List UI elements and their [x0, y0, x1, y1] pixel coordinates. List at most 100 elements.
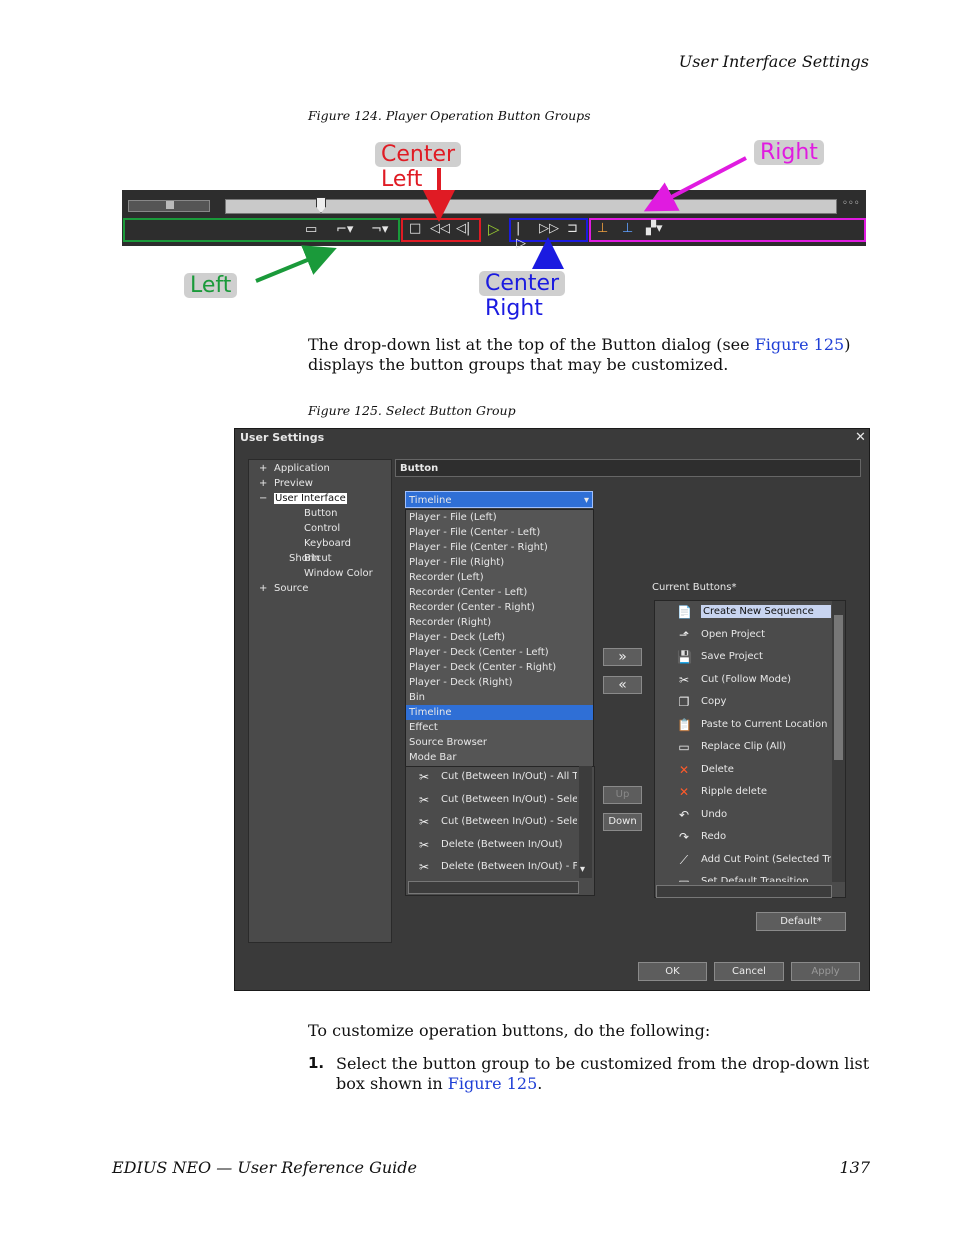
dropdown-option[interactable]: Bin	[406, 690, 593, 705]
current-button-label: Ripple delete	[701, 786, 768, 797]
figure-125-link[interactable]: Figure 125	[755, 335, 845, 354]
available-button-item[interactable]: ✂ Cut (Between In/Out) - Select	[405, 811, 577, 834]
current-button-label: Paste to Current Location	[701, 718, 828, 730]
dropdown-option[interactable]: Player - Deck (Center - Left)	[406, 645, 593, 660]
down-button[interactable]: Down	[603, 813, 642, 831]
available-button-item[interactable]: ✂ Delete (Between In/Out)	[405, 834, 577, 857]
dropdown-option[interactable]: Player - File (Center - Right)	[406, 540, 593, 555]
tree-expand-icon[interactable]: +	[259, 476, 274, 491]
tree-item-label: Application	[274, 463, 330, 474]
current-button-item[interactable]: ▭ Set Default Transition	[655, 871, 831, 882]
current-button-item[interactable]: ✂ Cut (Follow Mode)	[655, 669, 831, 692]
current-button-icon: ⟋	[679, 852, 689, 867]
cancel-button[interactable]: Cancel	[714, 962, 784, 981]
tree-expand-icon[interactable]: +	[259, 581, 274, 596]
tree-item[interactable]: + Preview	[256, 476, 386, 491]
current-h-scrollbar[interactable]	[656, 885, 832, 898]
current-button-icon: ↶	[678, 807, 690, 822]
current-button-item[interactable]: ▭ Replace Clip (All)	[655, 736, 831, 759]
current-button-label: Delete	[701, 763, 734, 775]
tree-item-label: Window Color	[304, 568, 373, 579]
figure-125-caption: Figure 125. Select Button Group	[308, 403, 516, 418]
current-scrollbar-thumb[interactable]	[834, 615, 843, 760]
current-button-label: Create New Sequence	[701, 605, 831, 618]
current-button-item[interactable]: 📋 Paste to Current Location	[655, 714, 831, 737]
current-button-item[interactable]: 💾 Save Project	[655, 646, 831, 669]
dropdown-option[interactable]: Player - Deck (Left)	[406, 630, 593, 645]
available-h-scrollbar[interactable]	[408, 881, 579, 894]
tree-expand-icon[interactable]: +	[259, 461, 274, 476]
current-button-item[interactable]: 📄 Create New Sequence	[655, 601, 831, 624]
close-icon[interactable]: ✕	[855, 430, 866, 445]
current-button-icon: ✕	[678, 762, 690, 777]
right-arrow	[643, 156, 747, 212]
tree-item[interactable]: + Source	[256, 581, 386, 596]
tree-item-label: User Interface	[274, 493, 347, 504]
available-button-item[interactable]: ✂ Delete (Between In/Out) - Fol	[405, 856, 577, 879]
dropdown-option[interactable]: Player - Deck (Center - Right)	[406, 660, 593, 675]
current-button-label: Replace Clip (All)	[701, 741, 786, 752]
left-arrow	[255, 245, 337, 283]
available-scrollbar[interactable]	[579, 766, 592, 878]
current-button-icon: ✕	[678, 785, 690, 799]
current-button-item[interactable]: ↶ Undo	[655, 804, 831, 827]
dropdown-option[interactable]: Player - File (Center - Left)	[406, 525, 593, 540]
dropdown-option[interactable]: Mode Bar	[406, 750, 593, 765]
current-button-item[interactable]: ↷ Redo	[655, 826, 831, 849]
add-button[interactable]: »	[603, 648, 642, 666]
available-button-item[interactable]: ✂ Cut (Between In/Out) - Select	[405, 789, 577, 812]
dialog-title: User Settings	[240, 431, 325, 444]
current-button-label: Save Project	[701, 651, 763, 662]
current-button-icon: ↷	[678, 830, 690, 844]
dropdown-option[interactable]: Recorder (Right)	[406, 615, 593, 630]
tree-expand-icon[interactable]: −	[259, 491, 274, 506]
current-button-item[interactable]: ⬏ Open Project	[655, 624, 831, 647]
current-buttons-label: Current Buttons*	[652, 582, 737, 593]
cut-icon: ✂	[418, 837, 430, 852]
dropdown-option[interactable]: Recorder (Center - Right)	[406, 600, 593, 615]
dropdown-option[interactable]: Source Browser	[406, 735, 593, 750]
current-button-label: Redo	[701, 831, 727, 842]
dropdown-option[interactable]: Recorder (Left)	[406, 570, 593, 585]
tree-item[interactable]: Window Color	[256, 566, 386, 581]
ok-button[interactable]: OK	[638, 962, 707, 981]
dropdown-option[interactable]: Player - File (Left)	[406, 510, 593, 525]
current-button-item[interactable]: ✕ Delete	[655, 759, 831, 782]
default-button[interactable]: Default*	[756, 912, 846, 931]
section-header-button: Button	[395, 459, 861, 477]
tree-item-label: Source	[274, 583, 309, 594]
tree-item[interactable]: − User Interface	[256, 491, 386, 506]
page-number: 137	[839, 1158, 870, 1177]
figure-125-link-step[interactable]: Figure 125	[448, 1074, 538, 1093]
dropdown-option[interactable]: Player - File (Right)	[406, 555, 593, 570]
current-button-item[interactable]: ⟋ Add Cut Point (Selected Trac	[655, 849, 831, 872]
current-button-icon: 📋	[677, 717, 692, 732]
dropdown-option[interactable]: Recorder (Center - Left)	[406, 585, 593, 600]
tree-item-label: Bin	[304, 553, 320, 564]
dropdown-option[interactable]: Effect	[406, 720, 593, 735]
cut-icon: ✂	[418, 815, 430, 829]
tree-item[interactable]: Control	[256, 521, 386, 536]
dropdown-option[interactable]: Timeline	[406, 705, 593, 720]
current-button-item[interactable]: ❐ Copy	[655, 691, 831, 714]
apply-button[interactable]: Apply	[791, 962, 860, 981]
current-button-label: Undo	[701, 808, 728, 820]
scroll-down-icon[interactable]: ▾	[580, 864, 585, 875]
step1-text-after: .	[537, 1074, 543, 1093]
settings-tree-list: + Application + Preview − User Interface Butto…	[256, 461, 386, 596]
current-button-icon: ▭	[678, 740, 690, 754]
dropdown-option[interactable]: Player - Deck (Right)	[406, 675, 593, 690]
available-button-label: Delete (Between In/Out) - Fol	[441, 861, 577, 872]
remove-button[interactable]: «	[603, 676, 642, 694]
available-buttons-items: ✂ Cut (Between In/Out) - All Tra ✂ Cut (Bet…	[405, 766, 577, 879]
tree-item[interactable]: Keyboard Shortcut	[256, 536, 386, 564]
button-group-dropdown[interactable]: Timeline ▾	[405, 491, 593, 508]
step-1-text: Select the button group to be customized…	[336, 1054, 870, 1094]
current-button-icon: 💾	[677, 650, 692, 664]
up-button[interactable]: Up	[603, 786, 642, 804]
available-button-label: Cut (Between In/Out) - All Tra	[441, 771, 577, 782]
available-button-item[interactable]: ✂ Cut (Between In/Out) - All Tra	[405, 766, 577, 789]
current-button-item[interactable]: ✕ Ripple delete	[655, 781, 831, 804]
tree-item[interactable]: Button	[256, 506, 386, 521]
tree-item[interactable]: + Application	[256, 461, 386, 476]
